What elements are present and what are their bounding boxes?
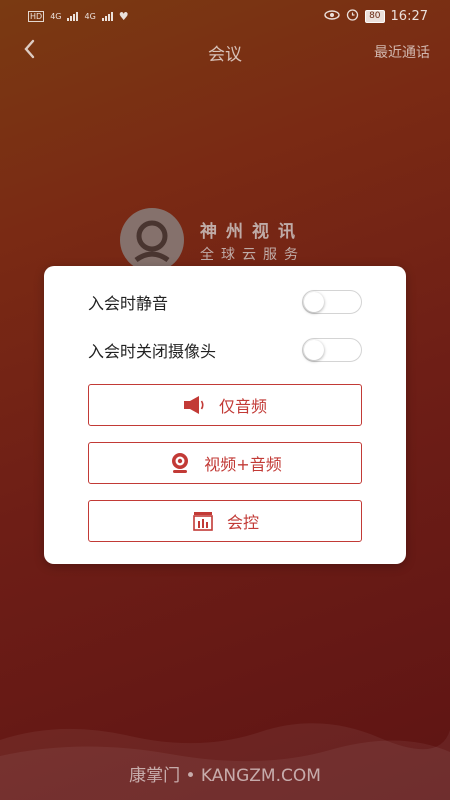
page-title: 会议 <box>208 44 242 65</box>
meeting-control-icon <box>191 509 215 533</box>
recent-calls-link[interactable]: 最近通话 <box>374 42 430 62</box>
nav-bar: 会议 最近通话 <box>0 32 450 72</box>
footer-wave <box>0 723 450 800</box>
wifi-icon: ♥ <box>118 9 129 23</box>
status-bar: HD 4G 4G ♥ 80 16:27 <box>0 0 450 32</box>
eye-icon <box>324 9 340 24</box>
brand-logo-icon <box>120 208 184 272</box>
video-audio-button[interactable]: 视频+音频 <box>88 442 362 484</box>
back-button[interactable] <box>22 38 46 62</box>
network-badge: 4G <box>50 11 62 21</box>
hd-badge: HD <box>28 10 45 22</box>
brand-name: 神州视讯 <box>200 221 304 242</box>
status-right: 80 16:27 <box>324 8 428 25</box>
chevron-left-icon <box>24 39 35 59</box>
status-left: HD 4G 4G ♥ <box>28 10 129 23</box>
footer-watermark: 康掌门 • KANGZM.COM <box>129 766 321 786</box>
toggle-knob <box>304 292 324 312</box>
button-label: 仅音频 <box>218 397 267 416</box>
option-label: 入会时静音 <box>88 294 169 313</box>
webcam-icon <box>168 451 192 475</box>
brand-slogan: 全球云服务 <box>200 246 305 263</box>
battery-indicator: 80 <box>365 9 385 23</box>
button-label: 视频+音频 <box>204 455 282 474</box>
signal-icon <box>67 11 79 21</box>
camera-toggle[interactable] <box>302 338 362 362</box>
brand-text: 神州视讯 全球云服务 <box>200 217 305 264</box>
brand-block: 神州视讯 全球云服务 <box>120 208 305 272</box>
button-label: 会控 <box>226 513 259 532</box>
join-options-dialog: 入会时静音 入会时关闭摄像头 仅音频 视频+音频 会控 <box>44 266 406 564</box>
option-mute-on-join: 入会时静音 <box>88 288 362 316</box>
signal-icon-2 <box>101 11 113 21</box>
option-camera-off-on-join: 入会时关闭摄像头 <box>88 336 362 364</box>
option-label: 入会时关闭摄像头 <box>88 342 217 361</box>
clock: 16:27 <box>390 8 428 24</box>
speaker-icon <box>183 393 207 417</box>
meeting-control-button[interactable]: 会控 <box>88 500 362 542</box>
toggle-knob <box>304 340 324 360</box>
network-badge-2: 4G <box>84 11 96 21</box>
audio-only-button[interactable]: 仅音频 <box>88 384 362 426</box>
mute-toggle[interactable] <box>302 290 362 314</box>
alarm-icon <box>346 8 359 25</box>
